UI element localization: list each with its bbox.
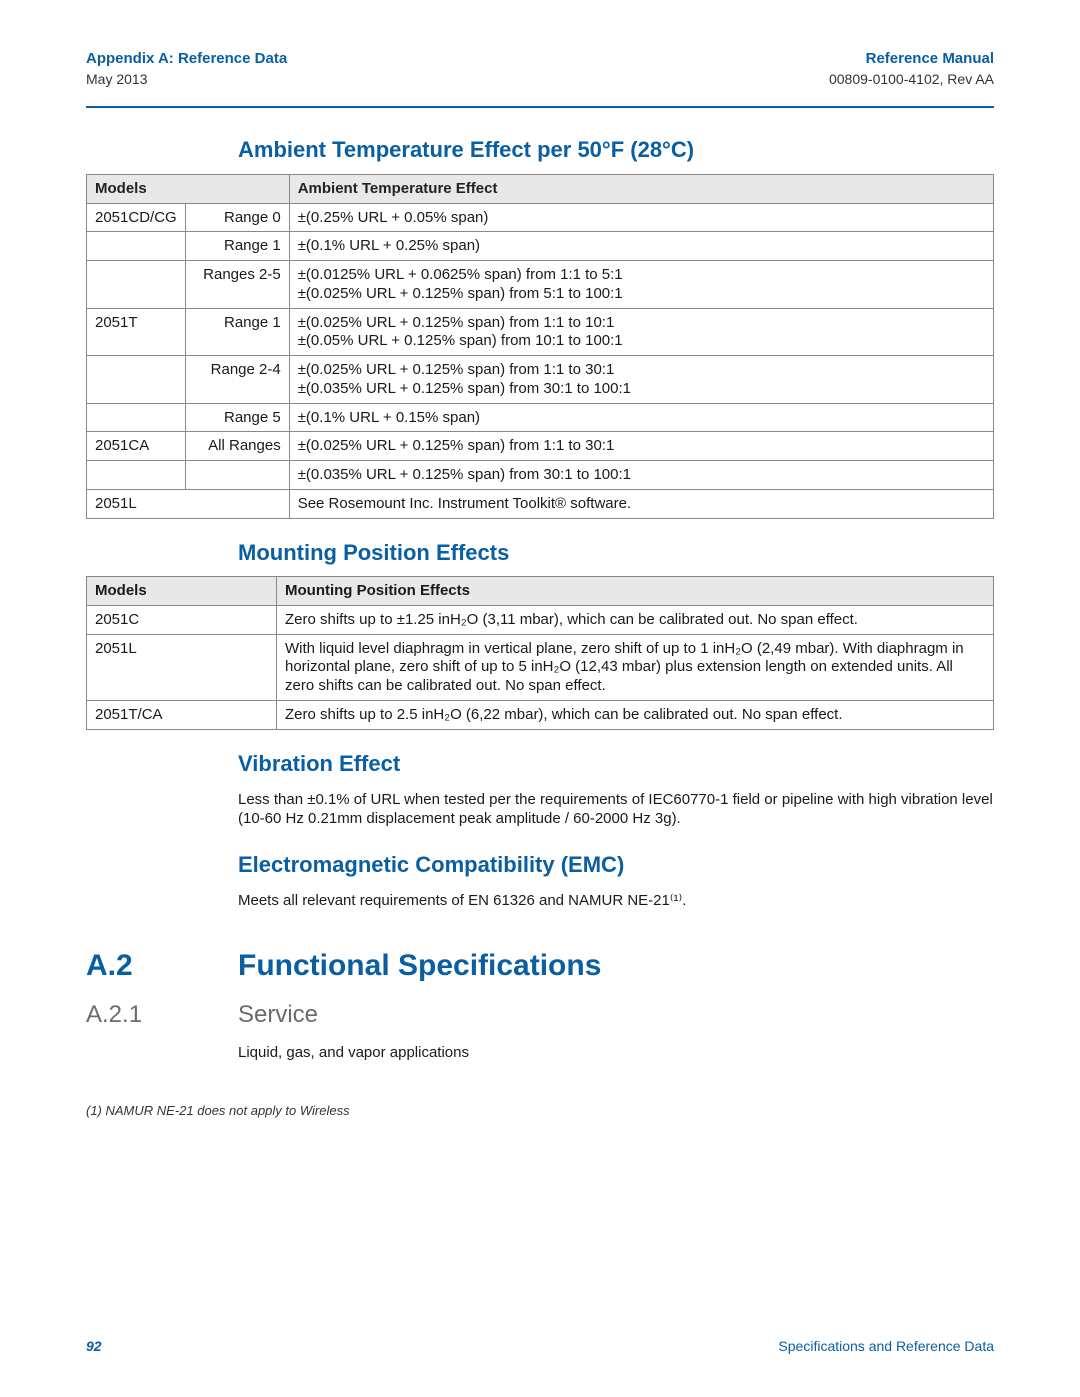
cell-model: 2051L (87, 489, 290, 518)
cell-effect: ±(0.1% URL + 0.25% span) (289, 232, 993, 261)
cell-effect: ±(0.0125% URL + 0.0625% span) from 1:1 t… (289, 261, 993, 309)
page-footer: 92 Specifications and Reference Data (86, 1338, 994, 1356)
cell-model: 2051CA (87, 432, 186, 461)
heading-vibration: Vibration Effect (238, 750, 994, 778)
heading-a2-title: Functional Specifications (238, 947, 601, 985)
footer-section-title: Specifications and Reference Data (778, 1338, 994, 1356)
table-ambient-temp: Models Ambient Temperature Effect 2051CD… (86, 174, 994, 519)
cell-range: Range 1 (185, 308, 289, 356)
cell-model (87, 232, 186, 261)
cell-effect: ±(0.25% URL + 0.05% span) (289, 203, 993, 232)
th-effect: Ambient Temperature Effect (289, 174, 993, 203)
cell-range: Range 2-4 (185, 356, 289, 404)
table-row: Range 5 ±(0.1% URL + 0.15% span) (87, 403, 994, 432)
cell-effect: With liquid level diaphragm in vertical … (277, 634, 994, 700)
body-a21: Liquid, gas, and vapor applications (238, 1044, 994, 1063)
cell-range: Range 5 (185, 403, 289, 432)
page-header: Appendix A: Reference Data May 2013 Refe… (86, 50, 994, 88)
cell-model: 2051T/CA (87, 700, 277, 729)
cell-effect: ±(0.025% URL + 0.125% span) from 1:1 to … (289, 432, 993, 461)
cell-model (87, 461, 186, 490)
header-appendix-title: Appendix A: Reference Data (86, 50, 287, 69)
heading-a21-title: Service (238, 1000, 318, 1030)
cell-range: Ranges 2-5 (185, 261, 289, 309)
cell-model (87, 356, 186, 404)
th-models: Models (87, 577, 277, 606)
cell-model (87, 403, 186, 432)
cell-range: Range 0 (185, 203, 289, 232)
heading-a2-num: A.2 (86, 947, 238, 985)
th-models: Models (87, 174, 290, 203)
header-date: May 2013 (86, 71, 287, 89)
cell-effect: Zero shifts up to 2.5 inH₂O (6,22 mbar),… (277, 700, 994, 729)
cell-model: 2051T (87, 308, 186, 356)
header-docnum: 00809-0100-4102, Rev AA (829, 71, 994, 89)
header-left: Appendix A: Reference Data May 2013 (86, 50, 287, 88)
table-row: Range 1 ±(0.1% URL + 0.25% span) (87, 232, 994, 261)
cell-range: All Ranges (185, 432, 289, 461)
cell-effect: ±(0.1% URL + 0.15% span) (289, 403, 993, 432)
heading-a2: A.2 Functional Specifications (86, 947, 994, 985)
cell-effect: ±(0.025% URL + 0.125% span) from 1:1 to … (289, 356, 993, 404)
footnote: (1) NAMUR NE-21 does not apply to Wirele… (86, 1103, 994, 1119)
th-effect: Mounting Position Effects (277, 577, 994, 606)
table-mounting: Models Mounting Position Effects 2051C Z… (86, 576, 994, 730)
page: Appendix A: Reference Data May 2013 Refe… (0, 0, 1080, 1397)
cell-model: 2051CD/CG (87, 203, 186, 232)
page-number: 92 (86, 1338, 102, 1356)
heading-a21-num: A.2.1 (86, 1000, 238, 1030)
table-row: 2051CD/CG Range 0 ±(0.25% URL + 0.05% sp… (87, 203, 994, 232)
cell-effect: See Rosemount Inc. Instrument Toolkit® s… (289, 489, 993, 518)
heading-a21: A.2.1 Service (86, 1000, 994, 1030)
cell-effect: Zero shifts up to ±1.25 inH₂O (3,11 mbar… (277, 605, 994, 634)
header-rule (86, 106, 994, 108)
cell-effect: ±(0.025% URL + 0.125% span) from 1:1 to … (289, 308, 993, 356)
header-manual-title: Reference Manual (829, 50, 994, 69)
cell-range: Range 1 (185, 232, 289, 261)
table-row: 2051T Range 1 ±(0.025% URL + 0.125% span… (87, 308, 994, 356)
table-row: Ranges 2-5 ±(0.0125% URL + 0.0625% span)… (87, 261, 994, 309)
table-row: ±(0.035% URL + 0.125% span) from 30:1 to… (87, 461, 994, 490)
table-row: 2051L See Rosemount Inc. Instrument Tool… (87, 489, 994, 518)
table-row: Range 2-4 ±(0.025% URL + 0.125% span) fr… (87, 356, 994, 404)
heading-ambient-temp: Ambient Temperature Effect per 50°F (28°… (238, 136, 994, 164)
body-emc: Meets all relevant requirements of EN 61… (238, 892, 994, 911)
cell-model: 2051L (87, 634, 277, 700)
cell-model: 2051C (87, 605, 277, 634)
cell-model (87, 261, 186, 309)
cell-effect: ±(0.035% URL + 0.125% span) from 30:1 to… (289, 461, 993, 490)
heading-mounting: Mounting Position Effects (238, 539, 994, 567)
table-row: 2051L With liquid level diaphragm in ver… (87, 634, 994, 700)
header-right: Reference Manual 00809-0100-4102, Rev AA (829, 50, 994, 88)
body-vibration: Less than ±0.1% of URL when tested per t… (238, 791, 994, 829)
table-row: 2051CA All Ranges ±(0.025% URL + 0.125% … (87, 432, 994, 461)
table-row: 2051T/CA Zero shifts up to 2.5 inH₂O (6,… (87, 700, 994, 729)
heading-emc: Electromagnetic Compatibility (EMC) (238, 851, 994, 879)
table-row: 2051C Zero shifts up to ±1.25 inH₂O (3,1… (87, 605, 994, 634)
cell-range (185, 461, 289, 490)
